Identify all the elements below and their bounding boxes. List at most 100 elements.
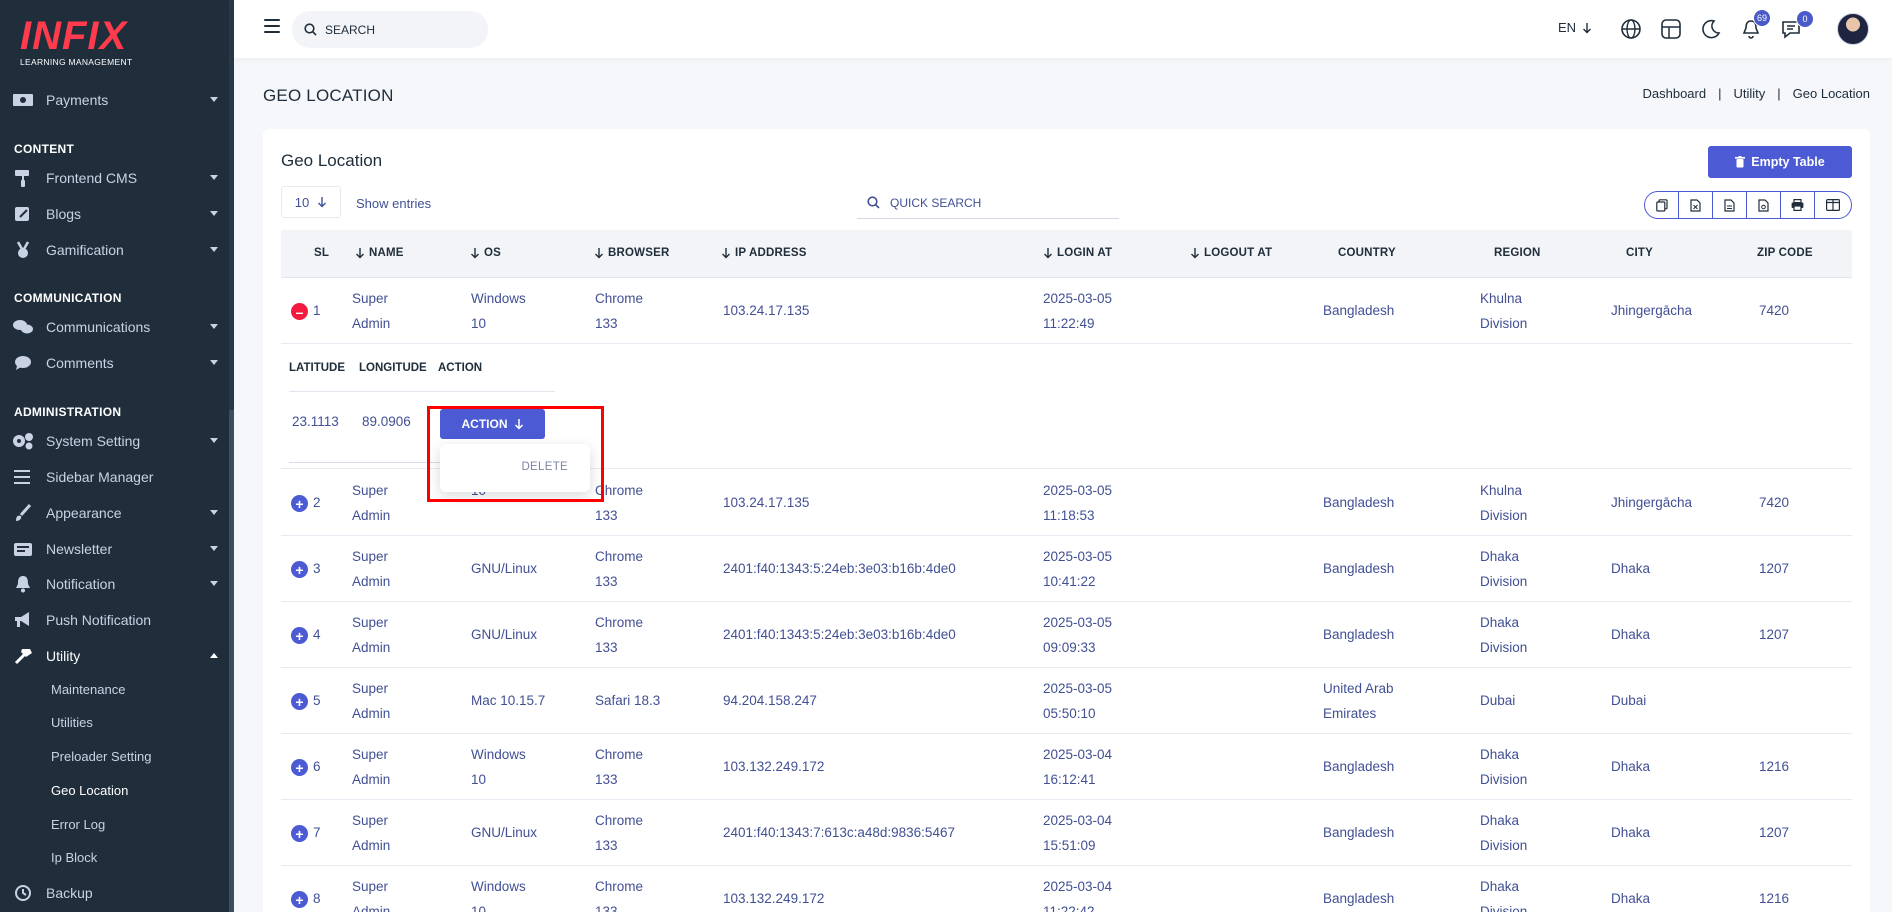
sort-arrow-icon	[722, 248, 730, 259]
pdf-button[interactable]	[1747, 192, 1781, 218]
sidebar-item-label: System Setting	[46, 433, 141, 449]
sidebar-scrollbar-thumb[interactable]	[229, 410, 234, 912]
table-row: +7 Super Admin GNU/Linux Chrome 133 2401:f40:1…	[281, 800, 1852, 866]
sidebar-subitem-maintenance[interactable]: Maintenance	[51, 682, 125, 697]
col-name[interactable]: NAME	[355, 247, 404, 259]
longitude-value: 89.0906	[362, 414, 411, 429]
cell-browser: Chrome 133	[595, 879, 644, 912]
col-sl[interactable]: SL	[314, 247, 329, 259]
cell-browser: Safari 18.3	[595, 693, 661, 708]
sort-arrow-icon	[1044, 248, 1052, 259]
sidebar-item-sidebar-manager[interactable]: Sidebar Manager	[12, 462, 218, 492]
cell-region: Dhaka Division	[1480, 549, 1528, 589]
file-excel-icon	[1690, 198, 1701, 212]
expand-row-icon[interactable]: +	[291, 693, 308, 710]
sidebar-item-newsletter[interactable]: Newsletter	[12, 534, 218, 564]
expand-row-icon[interactable]: +	[291, 891, 308, 908]
cell-login-at: 2025-03-04 11:22:42	[1043, 879, 1113, 912]
col-city-label: CITY	[1626, 247, 1653, 259]
col-region[interactable]: REGION	[1494, 247, 1541, 259]
bell-icon	[12, 575, 34, 593]
excel-button[interactable]	[1679, 192, 1713, 218]
print-button[interactable]	[1781, 192, 1815, 218]
cell-login-at: 2025-03-05 11:22:49	[1043, 291, 1113, 331]
cell-name: Super Admin	[352, 747, 391, 787]
copy-button[interactable]	[1645, 192, 1679, 218]
sidebar-item-notification[interactable]: Notification	[12, 569, 218, 599]
col-ip-address[interactable]: IP ADDRESS	[721, 247, 807, 259]
cell-country: Bangladesh	[1323, 561, 1395, 576]
quick-search-input[interactable]	[890, 195, 1090, 210]
entries-select[interactable]: 10	[281, 186, 341, 218]
details-divider	[289, 391, 555, 392]
cell-ip: 103.132.249.172	[723, 891, 825, 906]
sidebar-item-gamification[interactable]: Gamification	[12, 235, 218, 265]
sidebar-subitem-error-log[interactable]: Error Log	[51, 817, 105, 832]
expand-row-icon[interactable]: +	[291, 825, 308, 842]
cell-region: Dhaka Division	[1480, 813, 1528, 853]
col-country[interactable]: COUNTRY	[1338, 247, 1396, 259]
col-city[interactable]: CITY	[1626, 247, 1653, 259]
sidebar-subitem-preloader-setting[interactable]: Preloader Setting	[51, 749, 151, 764]
search-icon	[304, 23, 317, 36]
globe-icon[interactable]	[1620, 18, 1642, 40]
cell-os: GNU/Linux	[471, 627, 538, 642]
col-os[interactable]: OS	[470, 247, 501, 259]
col-browser[interactable]: BROWSER	[594, 247, 669, 259]
sidebar-item-frontend-cms[interactable]: Frontend CMS	[12, 163, 218, 193]
sidebar-item-push-notification[interactable]: Push Notification	[12, 605, 218, 635]
cell-ip: 2401:f40:1343:5:24eb:3e03:b16b:4de0	[723, 627, 956, 642]
sort-arrow-icon	[1191, 248, 1199, 259]
sidebar-item-label: Utility	[46, 648, 81, 664]
chat-icon	[12, 318, 34, 336]
breadcrumb-dashboard[interactable]: Dashboard	[1642, 86, 1706, 101]
expand-row-icon[interactable]: +	[291, 561, 308, 578]
sidebar-item-utility[interactable]: Utility	[12, 641, 218, 671]
sidebar-item-blogs[interactable]: Blogs	[12, 199, 218, 229]
cell-sl: 7	[313, 825, 321, 840]
sidebar-item-system-setting[interactable]: System Setting	[12, 426, 218, 456]
col-zip-code[interactable]: ZIP CODE	[1757, 247, 1813, 259]
cell-ip: 94.204.158.247	[723, 693, 817, 708]
user-avatar[interactable]	[1837, 13, 1869, 45]
sidebar-subitem-ip-block[interactable]: Ip Block	[51, 850, 97, 865]
logo[interactable]: INFIX LEARNING MANAGEMENT	[20, 16, 140, 70]
header-search[interactable]	[292, 11, 488, 48]
csv-button[interactable]	[1713, 192, 1747, 218]
sidebar-item-comments[interactable]: Comments	[12, 348, 218, 378]
breadcrumb-geo-location[interactable]: Geo Location	[1793, 86, 1870, 101]
file-csv-icon	[1724, 198, 1735, 212]
sidebar-item-backup[interactable]: Backup	[12, 878, 218, 908]
sidebar-subitem-geo-location[interactable]: Geo Location	[51, 783, 128, 798]
menu-toggle-icon[interactable]	[264, 19, 280, 33]
column-visibility-button[interactable]	[1815, 192, 1851, 218]
breadcrumb-utility[interactable]: Utility	[1733, 86, 1765, 101]
sidebar-item-communications[interactable]: Communications	[12, 312, 218, 342]
sidebar-item-payments[interactable]: Payments	[12, 85, 218, 115]
cell-sl: 8	[313, 891, 321, 906]
header-search-input[interactable]	[325, 22, 465, 37]
paint-roller-icon	[12, 169, 34, 187]
cell-city: Jhingergācha	[1611, 303, 1693, 318]
sort-arrow-icon	[471, 248, 479, 259]
layout-icon[interactable]	[1660, 18, 1682, 40]
moon-icon[interactable]	[1700, 18, 1722, 40]
empty-table-button[interactable]: Empty Table	[1708, 146, 1852, 178]
expand-row-icon[interactable]: +	[291, 627, 308, 644]
collapse-row-icon[interactable]: –	[291, 303, 308, 320]
quick-search[interactable]	[857, 187, 1119, 219]
language-selector[interactable]: EN	[1558, 20, 1592, 35]
cell-city: Dhaka	[1611, 891, 1651, 906]
expand-row-icon[interactable]: +	[291, 495, 308, 512]
cell-city: Dhaka	[1611, 561, 1651, 576]
breadcrumb-separator: |	[1777, 86, 1781, 101]
cell-country: Bangladesh	[1323, 891, 1395, 906]
col-logout-at[interactable]: LOGOUT AT	[1190, 247, 1272, 259]
expand-row-icon[interactable]: +	[291, 759, 308, 776]
sidebar-item-appearance[interactable]: Appearance	[12, 498, 218, 528]
col-login-at[interactable]: LOGIN AT	[1043, 247, 1112, 259]
card-title: Geo Location	[281, 151, 383, 170]
cell-browser: Chrome 133	[595, 813, 644, 853]
sidebar-subitem-utilities[interactable]: Utilities	[51, 715, 93, 730]
cell-browser: Chrome 133	[595, 615, 644, 655]
